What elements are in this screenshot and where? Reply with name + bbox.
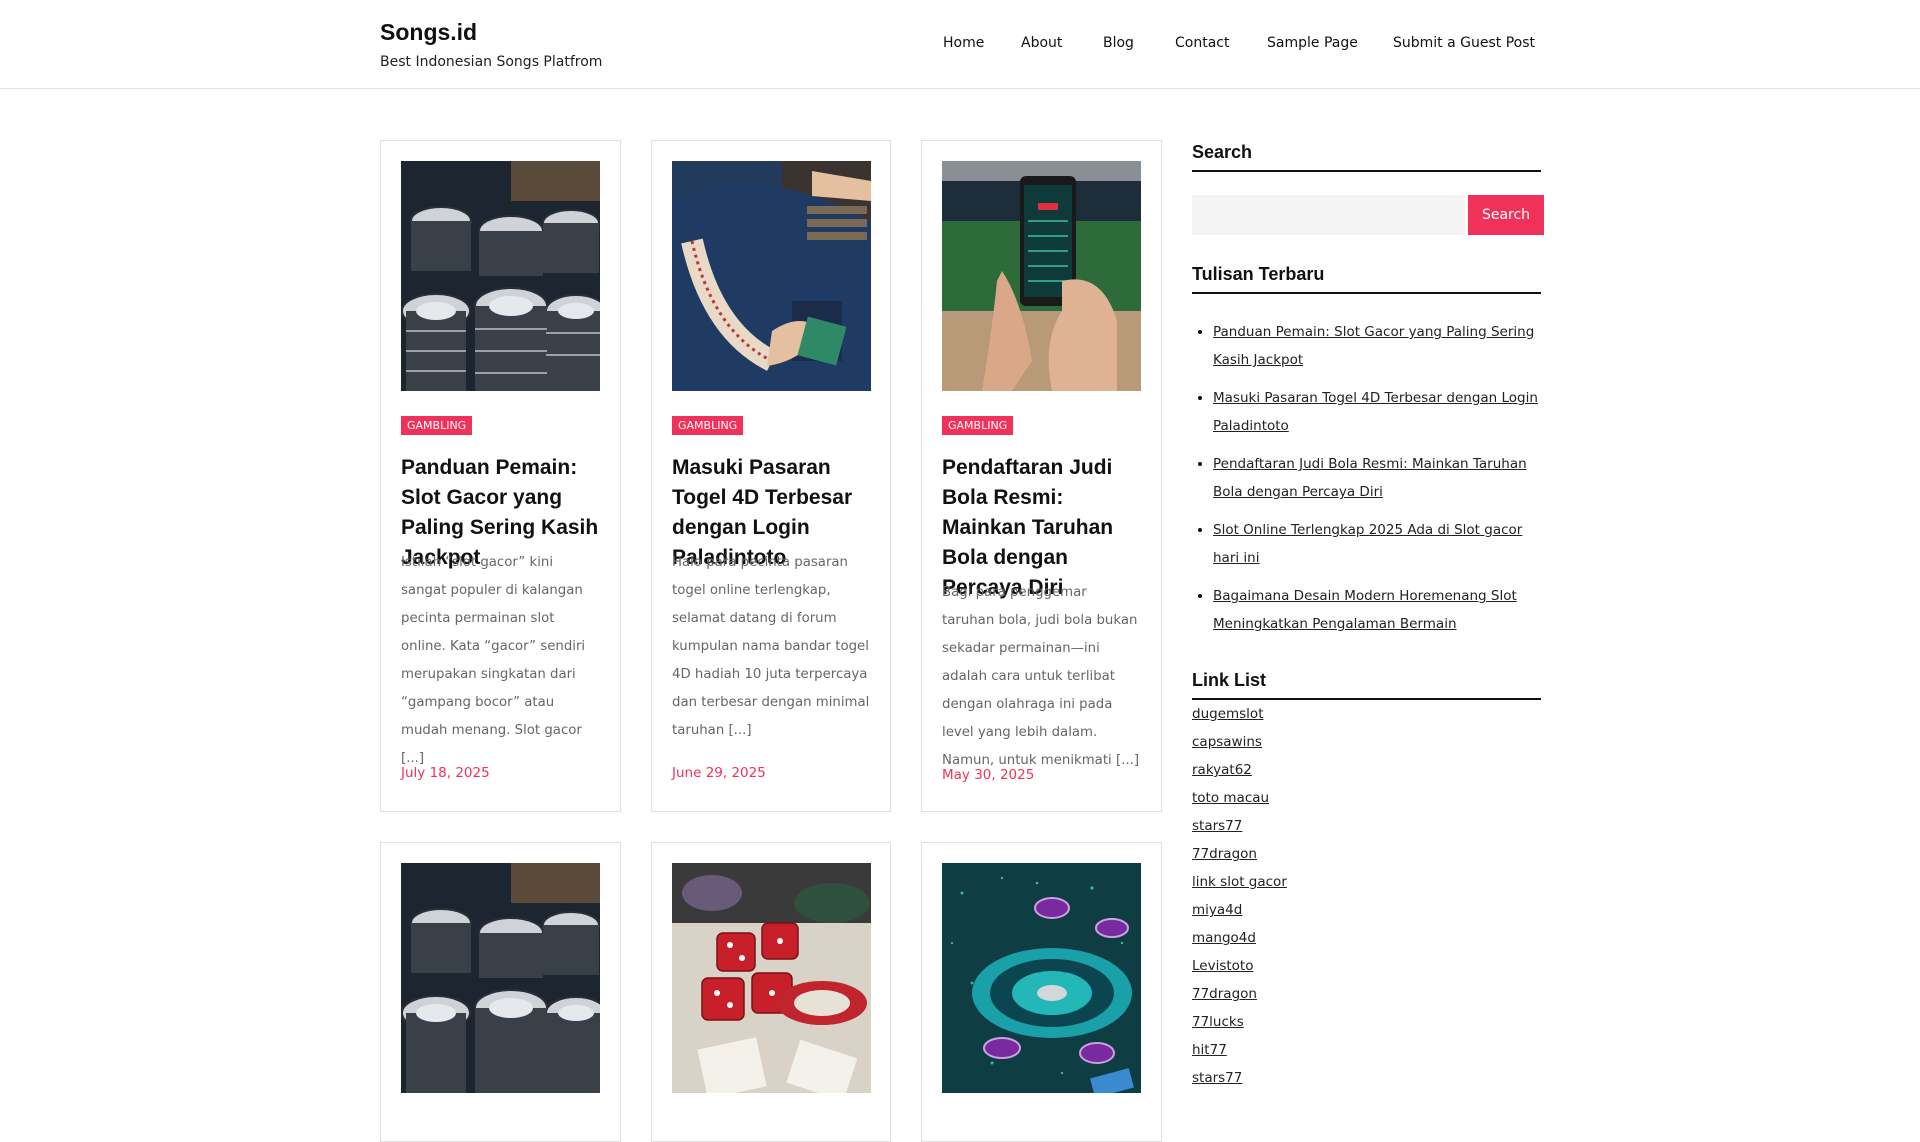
post-thumbnail[interactable] bbox=[401, 863, 600, 1093]
link-item[interactable]: hit77 bbox=[1192, 1042, 1227, 1058]
site-header: Songs.id Best Indonesian Songs Platfrom … bbox=[0, 0, 1920, 89]
list-item: stars77 bbox=[1192, 816, 1541, 844]
list-item: Pendaftaran Judi Bola Resmi: Mainkan Tar… bbox=[1213, 450, 1541, 506]
list-item: Slot Online Terlengkap 2025 Ada di Slot … bbox=[1213, 516, 1541, 572]
link-item[interactable]: toto macau bbox=[1192, 790, 1269, 806]
list-item: toto macau bbox=[1192, 788, 1541, 816]
nav-submit-guest-post[interactable]: Submit a Guest Post bbox=[1393, 35, 1535, 51]
post-date[interactable]: July 18, 2025 bbox=[401, 765, 490, 781]
link-item[interactable]: capsawins bbox=[1192, 734, 1262, 750]
list-item: miya4d bbox=[1192, 900, 1541, 928]
recent-posts-list: Panduan Pemain: Slot Gacor yang Paling S… bbox=[1192, 318, 1541, 648]
phone-betting-image bbox=[942, 161, 1141, 391]
link-item[interactable]: 77lucks bbox=[1192, 1014, 1244, 1030]
post-card: GAMBLING Panduan Pemain: Slot Gacor yang… bbox=[380, 140, 621, 812]
nav-sample-page[interactable]: Sample Page bbox=[1267, 35, 1358, 51]
nav-contact[interactable]: Contact bbox=[1175, 35, 1229, 51]
post-excerpt: Istilah “slot gacor” kini sangat populer… bbox=[401, 555, 586, 766]
list-item: mango4d bbox=[1192, 928, 1541, 956]
link-item[interactable]: rakyat62 bbox=[1192, 762, 1252, 778]
post-card bbox=[651, 842, 891, 1142]
recent-posts-title: Tulisan Terbaru bbox=[1192, 264, 1541, 294]
post-card: GAMBLING Pendaftaran Judi Bola Resmi: Ma… bbox=[921, 140, 1162, 812]
recent-post-link[interactable]: Panduan Pemain: Slot Gacor yang Paling S… bbox=[1213, 324, 1534, 368]
post-card bbox=[921, 842, 1162, 1142]
dice-chips-image bbox=[672, 863, 871, 1093]
post-thumbnail[interactable] bbox=[672, 863, 871, 1093]
post-date[interactable]: May 30, 2025 bbox=[942, 767, 1034, 783]
recent-post-link[interactable]: Pendaftaran Judi Bola Resmi: Mainkan Tar… bbox=[1213, 456, 1527, 500]
list-item: 77dragon bbox=[1192, 984, 1541, 1012]
list-item: hit77 bbox=[1192, 1040, 1541, 1068]
link-item[interactable]: mango4d bbox=[1192, 930, 1256, 946]
recent-post-link[interactable]: Masuki Pasaran Togel 4D Terbesar dengan … bbox=[1213, 390, 1538, 434]
list-item: 77lucks bbox=[1192, 1012, 1541, 1040]
list-item: Bagaimana Desain Modern Horemenang Slot … bbox=[1213, 582, 1541, 638]
post-thumbnail[interactable] bbox=[942, 863, 1141, 1093]
list-item: Levistoto bbox=[1192, 956, 1541, 984]
link-list: dugemslot capsawins rakyat62 toto macau … bbox=[1192, 704, 1541, 1096]
category-badge[interactable]: GAMBLING bbox=[401, 416, 473, 435]
list-item: Masuki Pasaran Togel 4D Terbesar dengan … bbox=[1213, 384, 1541, 440]
recent-post-link[interactable]: Bagaimana Desain Modern Horemenang Slot … bbox=[1213, 588, 1517, 632]
link-item[interactable]: stars77 bbox=[1192, 1070, 1242, 1086]
post-card: GAMBLING Masuki Pasaran Togel 4D Terbesa… bbox=[651, 140, 891, 812]
link-list-title: Link List bbox=[1192, 670, 1541, 700]
nav-about[interactable]: About bbox=[1021, 35, 1062, 51]
main-nav: Home About Blog Contact Sample Page Subm… bbox=[0, 35, 1920, 55]
post-date[interactable]: June 29, 2025 bbox=[672, 765, 766, 781]
post-excerpt: Halo para pecinta pasaran togel online t… bbox=[672, 555, 870, 738]
list-item: Panduan Pemain: Slot Gacor yang Paling S… bbox=[1213, 318, 1541, 374]
post-excerpt: Bagi para penggemar taruhan bola, judi b… bbox=[942, 585, 1140, 768]
link-item[interactable]: 77dragon bbox=[1192, 846, 1257, 862]
category-badge[interactable]: GAMBLING bbox=[672, 416, 744, 435]
search-button[interactable]: Search bbox=[1468, 195, 1544, 235]
list-item: 77dragon bbox=[1192, 844, 1541, 872]
link-item[interactable]: stars77 bbox=[1192, 818, 1242, 834]
roulette-image bbox=[942, 863, 1141, 1093]
casino-chips-image bbox=[401, 863, 600, 1093]
link-item[interactable]: Levistoto bbox=[1192, 958, 1253, 974]
post-thumbnail[interactable] bbox=[672, 161, 871, 391]
link-item[interactable]: 77dragon bbox=[1192, 986, 1257, 1002]
site-tagline: Best Indonesian Songs Platfrom bbox=[380, 54, 603, 70]
card-dealer-image bbox=[672, 161, 871, 391]
nav-blog[interactable]: Blog bbox=[1103, 35, 1134, 51]
list-item: capsawins bbox=[1192, 732, 1541, 760]
link-item[interactable]: miya4d bbox=[1192, 902, 1242, 918]
list-item: stars77 bbox=[1192, 1068, 1541, 1096]
recent-post-link[interactable]: Slot Online Terlengkap 2025 Ada di Slot … bbox=[1213, 522, 1522, 566]
category-badge[interactable]: GAMBLING bbox=[942, 416, 1014, 435]
post-thumbnail[interactable] bbox=[401, 161, 600, 391]
search-widget-title: Search bbox=[1192, 142, 1541, 172]
post-thumbnail[interactable] bbox=[942, 161, 1141, 391]
search-input[interactable] bbox=[1192, 195, 1465, 235]
link-item[interactable]: link slot gacor bbox=[1192, 874, 1287, 890]
post-card bbox=[380, 842, 621, 1142]
list-item: dugemslot bbox=[1192, 704, 1541, 732]
list-item: link slot gacor bbox=[1192, 872, 1541, 900]
link-item[interactable]: dugemslot bbox=[1192, 706, 1264, 722]
nav-home[interactable]: Home bbox=[943, 35, 984, 51]
list-item: rakyat62 bbox=[1192, 760, 1541, 788]
casino-chips-image bbox=[401, 161, 600, 391]
